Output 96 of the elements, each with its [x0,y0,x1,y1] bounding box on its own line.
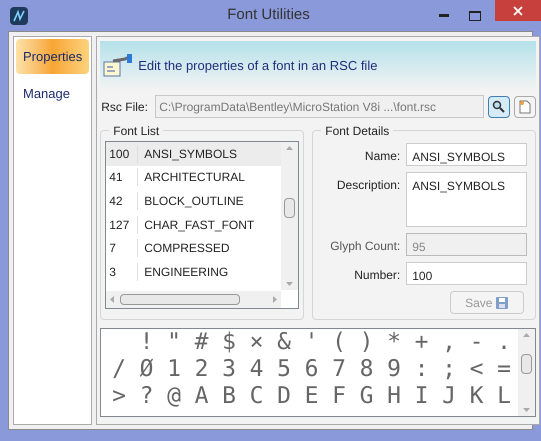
browse-button[interactable] [488,96,510,118]
sidebar-tab[interactable]: Properties [16,39,90,74]
font-number: 41 [106,168,138,186]
font-list-row[interactable]: 42 BLOCK_OUTLINE [106,189,282,213]
close-button[interactable] [495,0,541,21]
horizontal-scrollbar[interactable] [106,291,282,308]
glyph: 7 [331,358,347,381]
down-arrow-icon[interactable] [286,282,294,286]
glyph: ( [331,331,347,354]
font-number: 127 [106,216,138,234]
glyph: L [496,385,512,408]
glyph: × [248,331,264,354]
glyph: E [304,385,320,408]
up-arrow-icon[interactable] [286,146,294,150]
vertical-scrollbar[interactable] [281,142,298,290]
glyph: C [248,385,264,408]
font-name: COMPRESSED [143,240,230,258]
glyph: Ø [138,358,154,381]
input-field[interactable]: 100 [406,262,527,285]
down-arrow-icon[interactable] [522,408,530,412]
glyph: : [414,358,430,381]
glyph: 1 [166,358,182,381]
glyph: = [496,358,512,381]
font-list-row[interactable]: 41 ARCHITECTURAL [106,166,282,190]
scroll-thumb[interactable] [284,198,296,218]
font-number: 3 [106,262,138,281]
glyph: J [441,385,457,408]
glyph: ) [358,331,374,354]
glyph: K [468,385,484,408]
glyph: $ [221,331,237,354]
font-number: 42 [106,192,138,210]
glyph: * [386,331,402,354]
up-arrow-icon[interactable] [522,333,530,337]
glyph: / [111,358,127,381]
glyph: , [441,331,457,354]
glyph: 9 [386,358,402,381]
glyph: 3 [221,358,237,381]
header-text: Edit the properties of a font in an RSC file [138,57,378,76]
input-field[interactable]: ANSI_SYMBOLS [406,143,527,166]
new-document-icon [518,100,531,114]
glyph: . [496,331,512,354]
right-arrow-icon[interactable] [273,296,278,303]
window-title: Font Utilities [227,5,310,26]
field-label: Name: [364,148,400,165]
glyph: 5 [276,358,292,381]
glyph: > [111,385,127,408]
maximize-icon[interactable] [469,10,481,20]
field-label: Description: [336,177,400,194]
font-list-row[interactable]: 127 CHAR_FAST_FONT [106,212,282,236]
glyph: 8 [358,358,374,381]
app-logo-icon [10,6,28,24]
font-list-row[interactable]: 3 ENGINEERING [106,260,282,284]
vertical-scrollbar[interactable] [518,329,535,416]
font-number: 7 [106,239,138,258]
glyph: - [468,331,484,354]
left-arrow-icon[interactable] [110,296,114,303]
glyph: I [414,385,430,408]
description-field[interactable]: ANSI_SYMBOLS [406,172,527,227]
glyph: # [194,331,210,354]
glyph: 4 [248,358,264,381]
font-name: ARCHITECTURAL [143,169,245,186]
field-label: Number: [353,267,400,284]
new-file-button[interactable] [514,96,536,118]
font-name: ANSI_SYMBOLS [143,146,237,163]
glyph: @ [166,385,182,408]
font-number: 100 [106,144,138,163]
glyph: ! [138,331,154,354]
font-name: ENGINEERING [143,264,228,281]
glyph: G [358,385,374,408]
font-name: BLOCK_OUTLINE [143,192,244,210]
glyph: B [221,385,237,408]
glyph: A [194,385,210,408]
search-icon [492,100,506,113]
glyph: ' [304,331,320,354]
field-label: Glyph Count: [329,238,400,255]
close-icon[interactable] [513,6,523,16]
glyph: ; [441,358,457,381]
glyph: H [386,385,402,408]
scroll-thumb[interactable] [520,354,532,374]
font-list-row[interactable]: 100 ANSI_SYMBOLS [106,142,282,166]
glyph: < [468,358,484,381]
form-with-hand-icon [103,53,134,79]
glyph: D [276,385,292,408]
glyph: + [414,331,430,354]
font-name: CHAR_FAST_FONT [143,216,254,234]
font-list-row[interactable]: 7 COMPRESSED [106,236,282,260]
scroll-thumb[interactable] [120,294,240,305]
glyph: " [166,331,182,354]
glyph: ? [138,385,154,408]
glyph: 2 [194,358,210,381]
sidebar-tab[interactable]: Manage [16,76,90,111]
rsc-file-label: Rsc File: [101,98,149,116]
rsc-file-field[interactable]: C:\ProgramData\Bentley\MicroStation V8i ...\font.rsc [155,95,484,118]
glyph: 6 [304,358,320,381]
glyph: F [331,385,347,408]
glyph: & [276,331,292,354]
